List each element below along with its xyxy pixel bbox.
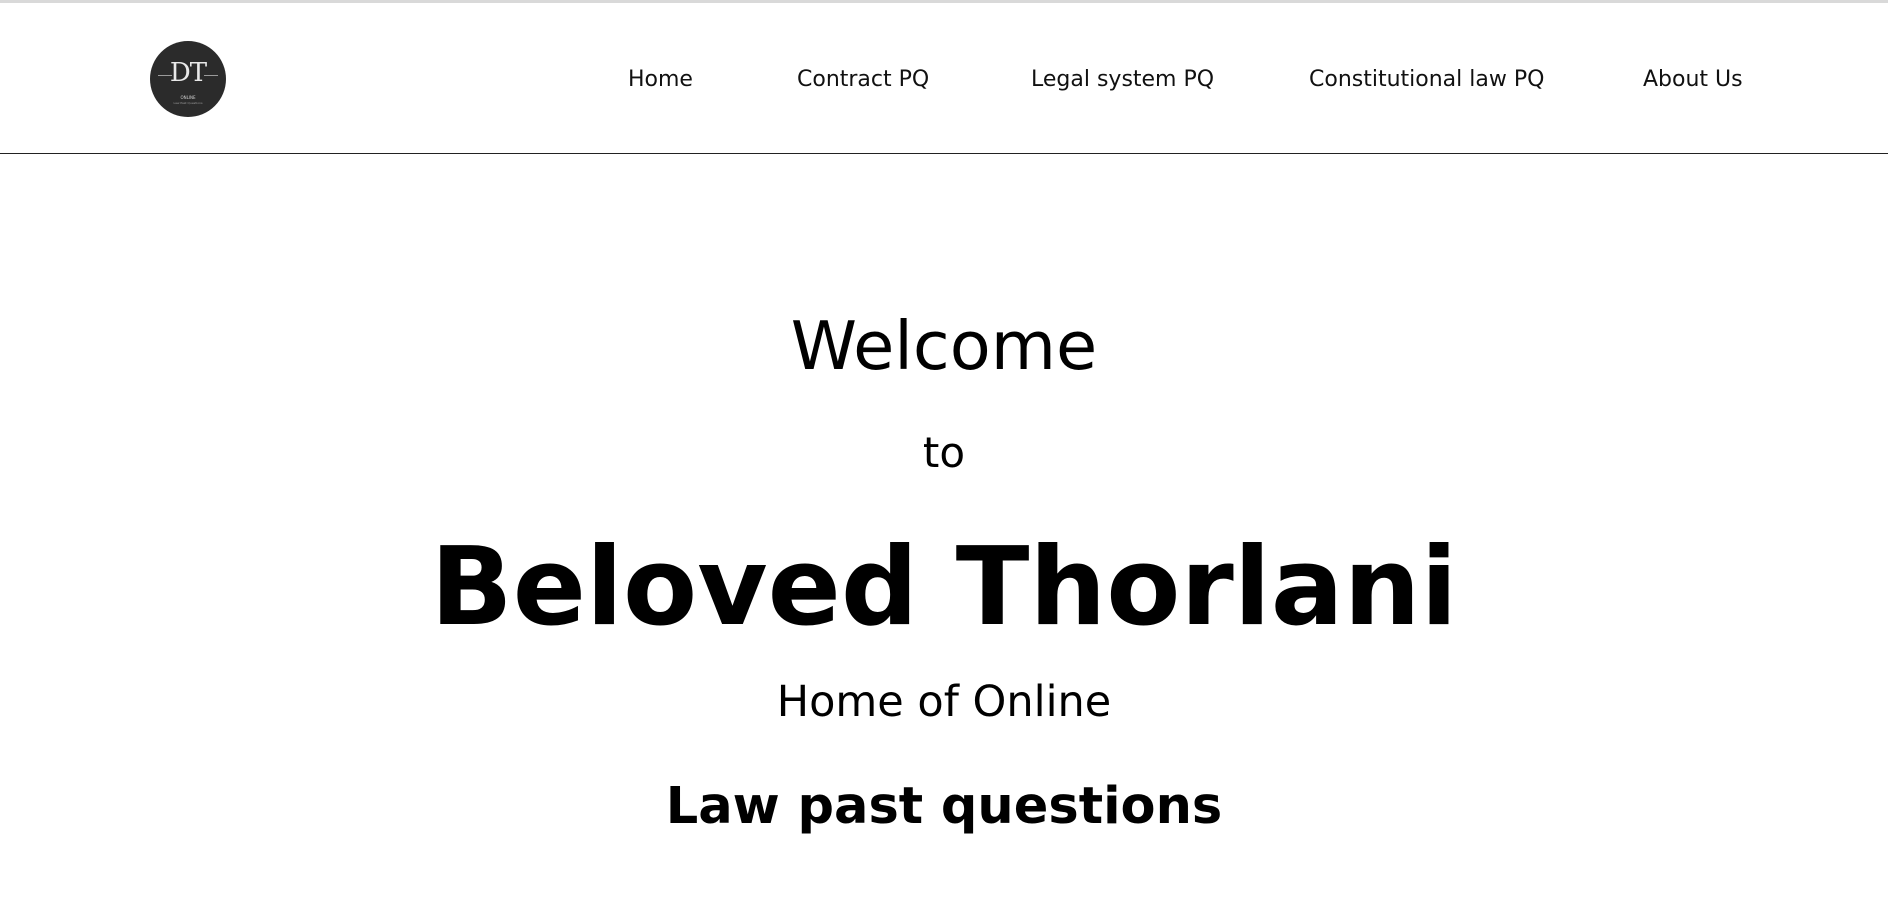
hero-to: to [922, 428, 966, 477]
hero-title: Beloved Thorlani [430, 525, 1458, 650]
main-nav: Home Contract PQ Legal system PQ Constit… [0, 65, 1888, 95]
hero-welcome: Welcome [790, 307, 1098, 385]
hero-tagline-2: Law past questions [665, 777, 1223, 836]
nav-item-home[interactable]: Home [628, 65, 693, 95]
nav-item-constitutional-law-pq[interactable]: Constitutional law PQ [1309, 65, 1544, 95]
logo-tagline: Law Past Questions [173, 101, 203, 105]
logo-subtext: ONLINE [180, 95, 196, 100]
nav-item-legal-system-pq[interactable]: Legal system PQ [1031, 65, 1214, 95]
nav-item-about-us[interactable]: About Us [1643, 65, 1743, 95]
hero-tagline-1: Home of Online [776, 677, 1112, 727]
nav-item-contract-pq[interactable]: Contract PQ [797, 65, 929, 95]
site-header: DT ONLINE Law Past Questions Home Contra… [0, 3, 1888, 154]
